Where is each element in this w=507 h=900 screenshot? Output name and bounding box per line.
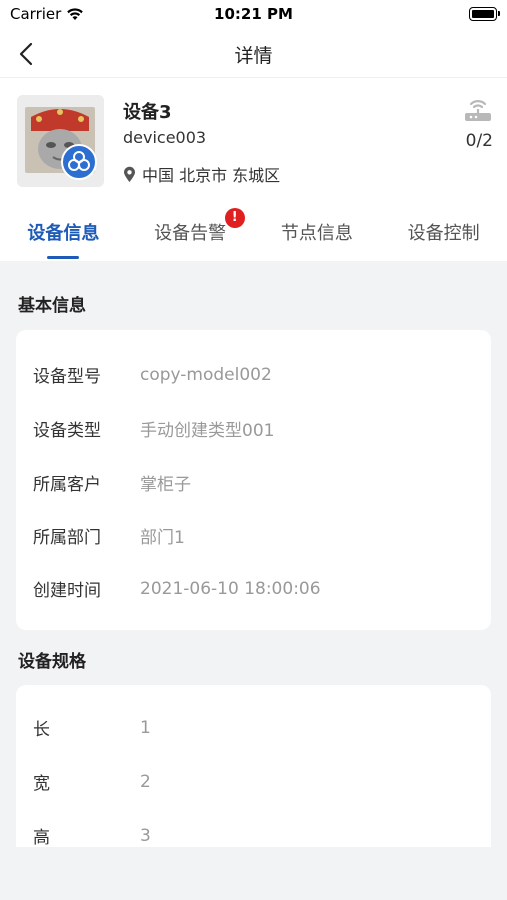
status-time: 10:21 PM [214,5,293,23]
row-value: 手动创建类型001 [140,421,275,441]
battery-icon [469,7,500,21]
info-row: 设备类型 手动创建类型001 [33,416,274,441]
status-bar: Carrier 10:21 PM [0,0,507,30]
tab-device-control[interactable]: 设备控制 [380,205,507,261]
nav-bar: 详情 [0,30,507,78]
row-value: 部门1 [140,528,185,548]
row-value: 2021-06-10 18:00:06 [140,578,321,599]
device-code: device003 [123,128,207,147]
device-location-text: 中国 北京市 东城区 [142,166,281,185]
row-label: 所属客户 [33,475,101,495]
device-image [17,95,104,187]
tab-label: 设备控制 [407,223,480,244]
tab-label: 设备告警 [154,223,227,244]
section-title-spec: 设备规格 [18,652,86,672]
row-label: 创建时间 [33,581,101,601]
location-pin-icon [124,166,135,182]
row-value: 掌柜子 [140,475,191,495]
info-row: 创建时间 2021-06-10 18:00:06 [33,576,321,602]
spec-row: 高 3 [33,823,151,849]
tab-device-alarm[interactable]: 设备告警 ! [127,205,254,261]
info-row: 设备型号 copy-model002 [33,362,272,388]
tab-device-info[interactable]: 设备信息 [0,205,127,261]
spec-row: 长 1 [33,715,151,741]
alarm-badge: ! [224,208,245,228]
row-label: 长 [33,720,50,740]
tab-label: 节点信息 [280,223,353,244]
device-type-badge-icon [61,144,97,180]
info-row: 所属客户 掌柜子 [33,470,191,495]
row-value: 3 [140,825,151,846]
row-value: 1 [140,717,151,738]
tab-label: 设备信息 [27,223,100,244]
device-name: 设备3 [123,102,172,123]
device-location: 中国 北京市 东城区 [123,162,280,186]
row-value: 2 [140,771,151,792]
row-label: 高 [33,828,50,848]
router-icon [465,100,491,121]
spec-card: 长 1 宽 2 高 3 [16,685,491,849]
row-label: 设备型号 [33,367,101,387]
node-count: 0/2 [465,131,493,151]
basic-info-card: 设备型号 copy-model002 设备类型 手动创建类型001 所属客户 掌… [16,330,491,630]
tab-bar: 设备信息 设备告警 ! 节点信息 设备控制 [0,205,507,261]
page-title: 详情 [234,45,273,67]
row-value: copy-model002 [140,364,272,385]
tab-node-info[interactable]: 节点信息 [254,205,381,261]
row-label: 所属部门 [33,528,101,548]
info-row: 所属部门 部门1 [33,523,185,548]
spec-row: 宽 2 [33,769,151,795]
section-title-basic-info: 基本信息 [18,296,86,316]
row-label: 设备类型 [33,421,101,441]
row-label: 宽 [33,774,50,794]
